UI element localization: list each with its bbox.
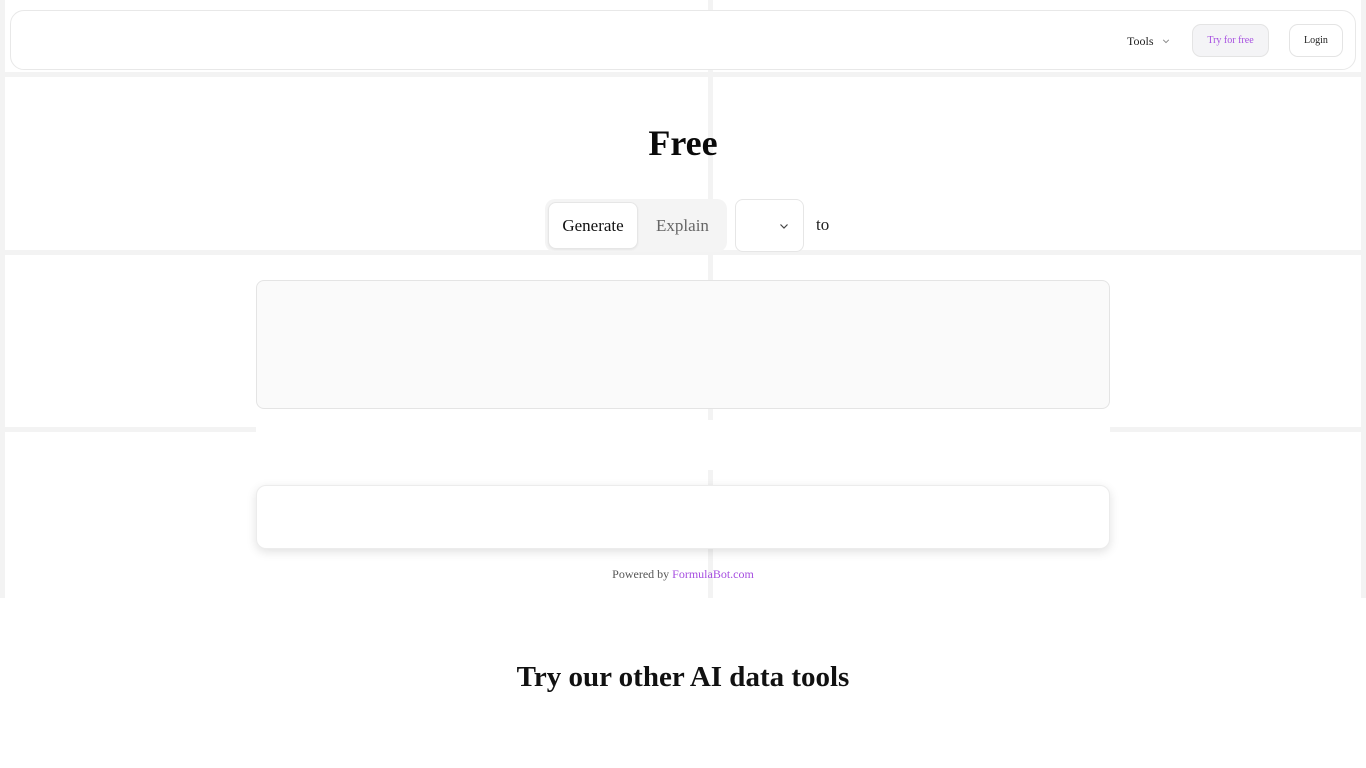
mode-toggle: Generate Explain xyxy=(545,199,727,252)
spacer-band xyxy=(256,420,1110,470)
formulabot-link[interactable]: FormulaBot.com xyxy=(672,567,754,581)
source-select[interactable] xyxy=(735,199,804,252)
grid-line-horizontal xyxy=(0,72,1366,77)
to-label: to xyxy=(816,215,830,234)
grid-line-vertical xyxy=(1361,0,1366,598)
generate-tab[interactable]: Generate xyxy=(548,202,638,249)
powered-by-prefix: Powered by xyxy=(612,567,673,581)
section-title: Try our other AI data tools xyxy=(516,661,850,693)
chevron-down-icon xyxy=(1162,39,1169,44)
chevron-down-icon xyxy=(780,223,788,229)
grid-line-vertical xyxy=(0,0,5,598)
page-title: Free xyxy=(648,123,718,163)
login-button[interactable]: Login xyxy=(1289,24,1343,57)
try-for-free-button[interactable]: Try for free xyxy=(1192,24,1269,57)
output-box[interactable] xyxy=(256,485,1110,549)
tools-menu[interactable]: Tools xyxy=(1127,33,1170,49)
powered-by: Powered by FormulaBot.com xyxy=(0,567,1366,582)
explain-tab[interactable]: Explain xyxy=(641,202,724,249)
tools-menu-label: Tools xyxy=(1127,33,1154,48)
top-navbar: Tools Try for free Login xyxy=(10,10,1356,70)
prompt-textarea[interactable] xyxy=(256,280,1110,409)
